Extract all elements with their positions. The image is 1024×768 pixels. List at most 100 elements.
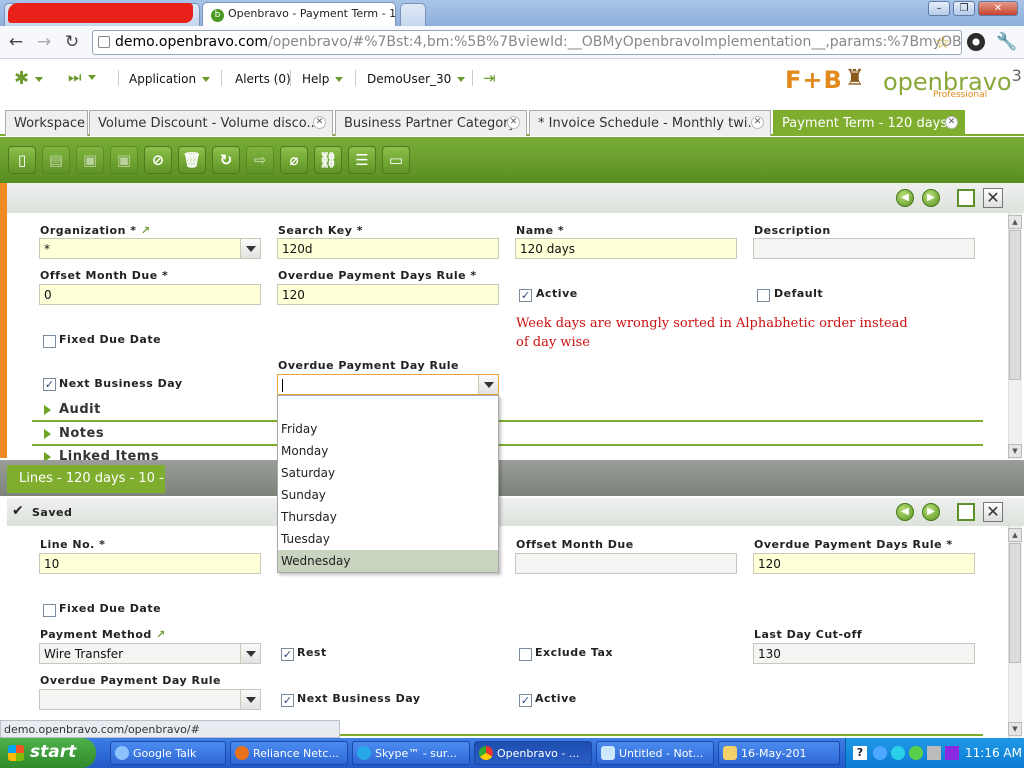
link-arrow-icon[interactable]: ↗ — [156, 628, 166, 641]
user-menu[interactable]: DemoUser_30 — [367, 72, 466, 86]
refresh-icon[interactable]: ↻ — [212, 146, 240, 174]
layout-icon[interactable]: ▭ — [382, 146, 410, 174]
chevron-down-icon[interactable] — [478, 375, 498, 394]
line-offset-month-due-input[interactable] — [515, 553, 737, 574]
reload-icon[interactable]: ↻ — [60, 30, 84, 54]
wrench-icon[interactable]: 🔧 — [996, 32, 1017, 52]
previous-record-icon[interactable]: ◀ — [896, 189, 914, 207]
link-icon[interactable]: ⛓ — [314, 146, 342, 174]
close-tab-icon[interactable]: ✕ — [507, 116, 520, 129]
audit-trail-icon[interactable]: ☰ — [348, 146, 376, 174]
tab-payment-term[interactable]: Payment Term - 120 days ✕ — [773, 110, 965, 136]
overdue-payment-days-rule-input[interactable]: 120 — [277, 284, 499, 305]
rest-checkbox[interactable]: ✓ — [281, 648, 294, 661]
dropdown-option[interactable]: Friday — [278, 418, 498, 440]
back-icon[interactable]: ← — [4, 30, 28, 54]
line-overdue-payment-day-rule-select[interactable] — [39, 689, 261, 710]
dropdown-option[interactable] — [278, 396, 498, 418]
section-linked-items[interactable]: Linked Items — [44, 449, 159, 460]
close-tab-icon[interactable]: ✕ — [313, 116, 326, 129]
organization-select[interactable]: * — [39, 238, 261, 259]
next-record-icon[interactable]: ▶ — [922, 503, 940, 521]
chevron-down-icon[interactable] — [240, 690, 260, 709]
tab-business-partner-category[interactable]: Business Partner Category ✕ — [335, 110, 527, 136]
dropdown-option[interactable]: Sunday — [278, 484, 498, 506]
default-checkbox[interactable] — [757, 289, 770, 302]
chevron-down-icon[interactable] — [240, 239, 260, 258]
taskbar-folder[interactable]: 16-May-201 — [718, 741, 840, 765]
help-menu[interactable]: Help — [302, 72, 344, 86]
delete-icon[interactable]: 🗑 — [178, 146, 206, 174]
next-record-icon[interactable]: ▶ — [922, 189, 940, 207]
line-active-checkbox[interactable]: ✓ — [519, 694, 532, 707]
export-icon[interactable]: ⇨ — [246, 146, 274, 174]
active-checkbox[interactable]: ✓ — [519, 289, 532, 302]
taskbar-openbravo[interactable]: Openbravo - ... — [474, 741, 592, 765]
extension-icon[interactable] — [967, 33, 985, 51]
dropdown-option[interactable]: Tuesday — [278, 528, 498, 550]
clock[interactable]: 11:16 AM — [965, 746, 1022, 760]
exclude-tax-checkbox[interactable] — [519, 648, 532, 661]
monitor-icon[interactable] — [927, 746, 941, 760]
section-notes[interactable]: Notes — [44, 426, 104, 441]
maximize-icon[interactable] — [957, 503, 975, 521]
network-icon[interactable] — [891, 746, 905, 760]
dropdown-option-highlighted[interactable]: Wednesday — [278, 550, 498, 572]
close-window-icon[interactable]: ✕ — [978, 1, 1018, 16]
scroll-up-icon[interactable]: ▲ — [1008, 528, 1022, 542]
fixed-due-date-checkbox[interactable] — [43, 335, 56, 348]
taskbar-skype[interactable]: Skype™ - sur... — [352, 741, 470, 765]
payment-method-select[interactable]: Wire Transfer — [39, 643, 261, 664]
browser-tab-openbravo[interactable]: b Openbravo - Payment Term - 1 — [202, 2, 396, 26]
line-overdue-payment-days-rule-input[interactable]: 120 — [753, 553, 975, 574]
new-tab-button[interactable] — [400, 3, 426, 26]
start-button[interactable]: start — [0, 738, 96, 768]
taskbar-notepad[interactable]: Untitled - Not... — [596, 741, 714, 765]
dropdown-option[interactable]: Thursday — [278, 506, 498, 528]
maximize-icon[interactable] — [957, 189, 975, 207]
scroll-down-icon[interactable]: ▼ — [1008, 444, 1022, 458]
forward-icon[interactable]: → — [32, 30, 56, 54]
line-next-business-day-checkbox[interactable]: ✓ — [281, 694, 294, 707]
link-arrow-icon[interactable]: ↗ — [141, 224, 151, 237]
address-bar[interactable]: demo.openbravo.com/openbravo/#%7Bst:4,bm… — [92, 30, 962, 55]
taskbar-firefox[interactable]: Reliance Netc... — [230, 741, 348, 765]
close-form-icon[interactable]: ✕ — [983, 502, 1003, 522]
logout-icon[interactable]: ⇥ — [483, 69, 496, 87]
new-document-icon[interactable]: ▯ — [8, 146, 36, 174]
application-menu[interactable]: Application — [129, 72, 211, 86]
bookmark-star-icon[interactable]: ☆ — [935, 33, 950, 53]
restore-icon[interactable]: ❐ — [953, 1, 975, 16]
offset-month-due-input[interactable]: 0 — [39, 284, 261, 305]
section-audit[interactable]: Audit — [44, 402, 101, 417]
attachment-icon[interactable]: ⌀ — [280, 146, 308, 174]
overdue-payment-day-rule-select[interactable] — [277, 374, 499, 395]
close-tab-icon[interactable]: ✕ — [751, 116, 764, 129]
dropdown-option[interactable]: Monday — [278, 440, 498, 462]
description-input[interactable] — [753, 238, 975, 259]
taskbar-google-talk[interactable]: Google Talk — [110, 741, 226, 765]
alerts-menu[interactable]: Alerts (0) — [235, 72, 291, 86]
cancel-icon[interactable]: ⊘ — [144, 146, 172, 174]
search-key-input[interactable]: 120d — [277, 238, 499, 259]
skype-status-icon[interactable] — [909, 746, 923, 760]
minimize-icon[interactable]: – — [928, 1, 950, 16]
star-menu-icon[interactable]: ✱ — [14, 68, 44, 89]
scroll-down-icon[interactable]: ▼ — [1008, 722, 1022, 736]
save-icon[interactable]: ▣ — [76, 146, 104, 174]
previous-record-icon[interactable]: ◀ — [896, 503, 914, 521]
line-no-input[interactable]: 10 — [39, 553, 261, 574]
tab-workspace[interactable]: Workspace — [5, 110, 88, 136]
new-row-icon[interactable]: ▤ — [42, 146, 70, 174]
scroll-thumb[interactable] — [1009, 543, 1021, 663]
close-tab-icon[interactable]: ✕ — [945, 116, 958, 129]
close-form-icon[interactable]: ✕ — [983, 188, 1003, 208]
last-day-cutoff-input[interactable]: 130 — [753, 643, 975, 664]
line-fixed-due-date-checkbox[interactable] — [43, 604, 56, 617]
tab-volume-discount[interactable]: Volume Discount - Volume disco... ✕ — [89, 110, 333, 136]
tab-invoice-schedule[interactable]: * Invoice Schedule - Monthly twi... ✕ — [529, 110, 771, 136]
scroll-thumb[interactable] — [1009, 230, 1021, 380]
quick-launch-icon[interactable]: ⏭ — [68, 68, 96, 86]
name-input[interactable]: 120 days — [515, 238, 737, 259]
next-business-day-checkbox[interactable]: ✓ — [43, 378, 56, 391]
